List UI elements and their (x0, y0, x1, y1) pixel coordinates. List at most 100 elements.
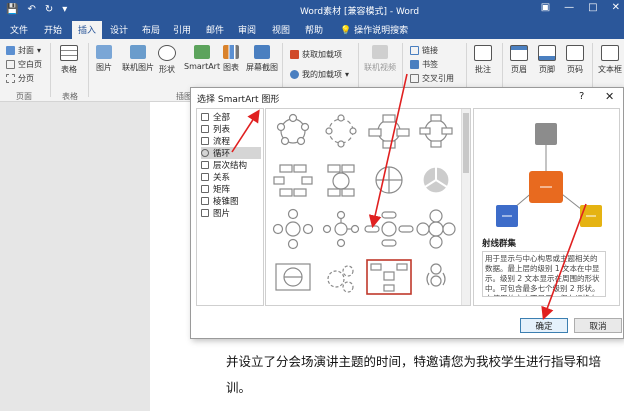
cover-label: 封面 (18, 46, 34, 55)
blank-page-icon (6, 60, 15, 69)
table-icon (60, 45, 78, 61)
link-button[interactable]: 链接 (410, 45, 438, 56)
tab-design[interactable]: 设计 (110, 23, 128, 36)
picture-icon (96, 45, 112, 59)
layout-thumb-basic-cycle[interactable] (276, 113, 310, 146)
tab-references[interactable]: 引用 (173, 23, 191, 36)
my-addins-button[interactable]: 我的加载项 ▾ (290, 69, 349, 80)
cancel-button[interactable]: 取消 (574, 318, 622, 333)
quick-access-toolbar: 💾 ↶ ↻ ▾ (6, 3, 67, 17)
layout-thumb-diverging-radial[interactable] (364, 211, 414, 247)
layout-thumb-continuous-cycle[interactable] (327, 164, 355, 197)
layout-thumb-nondirectional-cycle[interactable] (273, 164, 313, 197)
comment-label: 批注 (475, 65, 491, 74)
page-number-icon (566, 45, 584, 61)
category-pyramid[interactable]: 棱锥图 (201, 195, 261, 207)
tab-home[interactable]: 开始 (44, 23, 62, 36)
matrix-icon (201, 185, 209, 193)
layout-thumb-radial-cluster[interactable] (366, 259, 412, 295)
online-video-button[interactable]: 联机视频 (364, 45, 396, 73)
gallery-scrollbar-thumb[interactable] (463, 113, 469, 173)
get-addins-label: 获取加载项 (302, 50, 342, 59)
customize-icon[interactable]: ▾ (62, 3, 67, 17)
redo-icon[interactable]: ↻ (45, 3, 53, 17)
link-icon (410, 46, 419, 55)
screenshot-icon (254, 45, 270, 59)
tab-view[interactable]: 视图 (272, 23, 290, 36)
chart-icon (223, 45, 239, 59)
tab-help[interactable]: 帮助 (305, 23, 323, 36)
all-icon (201, 113, 209, 121)
cover-icon (6, 46, 15, 55)
page-break-label: 分页 (18, 74, 34, 83)
category-hierarchy[interactable]: 层次结构 (201, 159, 261, 171)
tab-review[interactable]: 审阅 (238, 23, 256, 36)
tell-me-search[interactable]: 💡 操作说明搜索 (340, 23, 408, 36)
close-icon[interactable]: ✕ (612, 2, 620, 13)
category-all[interactable]: 全部 (201, 111, 261, 123)
online-picture-button[interactable]: 联机图片 (122, 45, 154, 73)
smartart-dialog: 选择 SmartArt 图形 ? ✕ 全部 列表 流程 循环 层次结构 关系 矩… (190, 87, 624, 339)
separator (50, 43, 51, 97)
cross-reference-button[interactable]: 交叉引用 (410, 73, 454, 84)
comment-icon (474, 45, 492, 61)
picture-button[interactable]: 图片 (96, 45, 112, 73)
layout-thumb-block-cycle[interactable] (368, 114, 410, 149)
my-addins-icon (290, 70, 299, 79)
layout-thumb-pie-segments[interactable] (422, 166, 450, 194)
gallery-scrollbar[interactable] (461, 109, 470, 305)
ok-button[interactable]: 确定 (520, 318, 568, 333)
document-line-1[interactable]: 并设立了分会场演讲主题的时间，特邀请您为我校学生进行指导和培 (226, 351, 601, 370)
layout-thumb-radial-venn[interactable] (416, 209, 456, 249)
cover-page-button[interactable]: 封面 ▾ (6, 45, 41, 56)
category-picture[interactable]: 图片 (201, 207, 261, 219)
layout-thumb-cycle-matrix[interactable] (375, 166, 403, 194)
shapes-icon (158, 45, 176, 61)
help-button[interactable]: ? (579, 91, 584, 102)
layout-thumb-radial-cycle[interactable] (272, 208, 314, 250)
ribbon-options-icon[interactable]: ▣ (541, 2, 550, 13)
category-relationship[interactable]: 关系 (201, 171, 261, 183)
textbox-label: 文本框 (598, 65, 622, 74)
blank-page-button[interactable]: 空白页 (6, 59, 42, 70)
page-break-button[interactable]: 分页 (6, 73, 34, 84)
document-line-2[interactable]: 训。 (226, 377, 251, 396)
save-icon[interactable]: 💾 (6, 3, 18, 17)
layout-thumb-gear[interactable] (327, 265, 354, 293)
header-label: 页眉 (511, 65, 527, 74)
undo-icon[interactable]: ↶ (27, 3, 35, 17)
layout-thumb-multidirectional-cycle[interactable] (426, 263, 446, 287)
smartart-button[interactable]: SmartArt (184, 45, 220, 71)
layout-thumb-basic-radial[interactable] (322, 210, 360, 248)
get-addins-button[interactable]: 获取加载项 (290, 49, 342, 60)
table-button[interactable]: 表格 (60, 45, 78, 75)
footer-button[interactable]: 页脚 (538, 45, 556, 75)
textbox-button[interactable]: 文本框 (598, 45, 622, 75)
pyramid-icon (201, 197, 209, 205)
header-button[interactable]: 页眉 (510, 45, 528, 75)
tab-insert[interactable]: 插入 (72, 21, 103, 39)
shapes-button[interactable]: 形状 (158, 45, 176, 75)
tab-file[interactable]: 文件 (10, 23, 28, 36)
layout-thumb-segmented-cycle[interactable] (419, 114, 453, 148)
category-cycle[interactable]: 循环 (201, 147, 261, 159)
category-list-type[interactable]: 列表 (201, 123, 261, 135)
video-icon (372, 45, 388, 59)
category-process[interactable]: 流程 (201, 135, 261, 147)
preview-diagram (496, 123, 602, 227)
chart-button[interactable]: 图表 (223, 45, 239, 73)
hierarchy-icon (201, 161, 209, 169)
maximize-icon[interactable]: □ (588, 2, 597, 13)
tab-mailings[interactable]: 邮件 (206, 23, 224, 36)
comment-button[interactable]: 批注 (474, 45, 492, 75)
minimize-icon[interactable]: — (564, 2, 574, 13)
preview-layout-name: 射线群集 (482, 239, 517, 249)
dialog-close-icon[interactable]: ✕ (605, 90, 614, 103)
bookmark-button[interactable]: 书签 (410, 59, 438, 70)
screenshot-button[interactable]: 屏幕截图 (246, 45, 278, 73)
tab-layout[interactable]: 布局 (142, 23, 160, 36)
category-matrix[interactable]: 矩阵 (201, 183, 261, 195)
page-number-button[interactable]: 页码 (566, 45, 584, 75)
layout-thumb-cycle-gear-list[interactable] (275, 263, 311, 291)
layout-thumb-text-cycle[interactable] (325, 114, 357, 148)
